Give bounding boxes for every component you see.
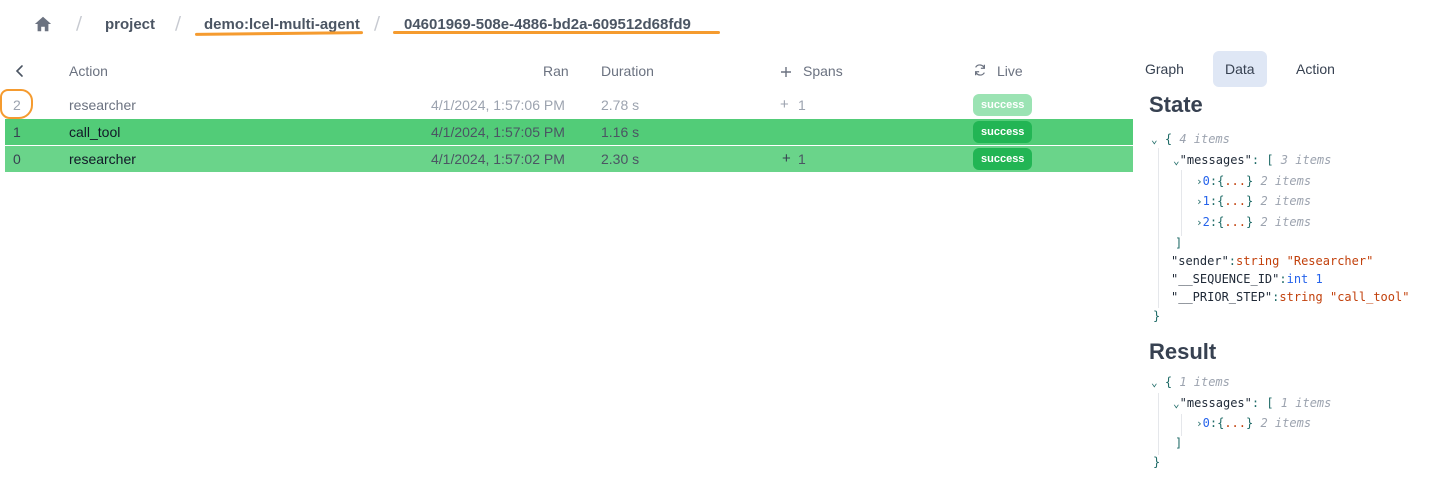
json-bracket-close: ] <box>1175 236 1183 250</box>
json-value: 1 <box>1315 272 1323 286</box>
result-count: 1 items <box>1179 375 1230 389</box>
table-row[interactable]: 1 call_tool 4/1/2024, 1:57:05 PM 1.16 s … <box>5 119 1133 145</box>
row-spans: 1 <box>798 151 806 167</box>
tab-data[interactable]: Data <box>1213 51 1267 87</box>
json-key: "sender" <box>1171 254 1229 268</box>
partition-highlight-underline <box>393 31 720 34</box>
json-value: "call_tool" <box>1329 290 1410 304</box>
column-header-duration: Duration <box>601 63 654 79</box>
state-message-item[interactable]: ›1:{...} 2 items <box>1196 194 1311 208</box>
tree-guide <box>1181 414 1182 436</box>
item-count: 2 items <box>1260 416 1312 430</box>
row-ran: 4/1/2024, 1:57:06 PM <box>431 97 565 113</box>
json-type: int <box>1286 272 1309 286</box>
json-type: string <box>1236 254 1280 268</box>
plus-icon[interactable]: + <box>782 150 791 167</box>
steps-table-header: Action Ran Duration Spans Live <box>0 58 1133 84</box>
state-count: 4 items <box>1179 132 1230 146</box>
status-badge: success <box>973 121 1033 143</box>
row-index: 1 <box>13 124 21 140</box>
item-count: 2 items <box>1260 174 1312 188</box>
item-index: 2 <box>1202 215 1210 229</box>
plus-icon[interactable] <box>780 66 792 78</box>
item-index: 0 <box>1202 174 1210 188</box>
chevron-right-icon[interactable]: › <box>1196 417 1203 430</box>
column-header-action: Action <box>69 63 108 79</box>
state-message-item[interactable]: ›0:{...} 2 items <box>1196 174 1311 188</box>
json-value: "Researcher" <box>1286 254 1374 268</box>
chevron-down-icon[interactable]: ⌄ <box>1151 133 1158 146</box>
row-duration: 1.16 s <box>601 124 640 140</box>
tab-graph[interactable]: Graph <box>1133 51 1196 87</box>
state-sender-field: "sender":string "Researcher" <box>1171 254 1374 268</box>
chevron-down-icon[interactable]: ⌄ <box>1173 154 1180 167</box>
state-message-item[interactable]: ›2:{...} 2 items <box>1196 215 1311 229</box>
messages-count: 3 items <box>1280 153 1332 167</box>
breadcrumb-separator: / <box>374 13 381 34</box>
breadcrumb: / project / demo:lcel-multi-agent / 0460… <box>0 0 900 50</box>
state-root-node[interactable]: ⌄ { 4 items <box>1151 132 1230 146</box>
state-prior-step-field: "__PRIOR_STEP":string "call_tool" <box>1171 290 1410 304</box>
table-row[interactable]: 0 researcher 4/1/2024, 1:57:02 PM 2.30 s… <box>5 146 1133 172</box>
row-duration: 2.78 s <box>601 97 640 113</box>
row-ran: 4/1/2024, 1:57:02 PM <box>431 151 565 167</box>
state-messages-node[interactable]: ⌄"messages": [ 3 items <box>1173 153 1331 167</box>
plus-icon[interactable]: + <box>780 96 789 113</box>
row-action: researcher <box>69 151 136 167</box>
breadcrumb-project-link[interactable]: project <box>105 16 155 33</box>
refresh-icon[interactable] <box>973 63 987 77</box>
json-key: "__PRIOR_STEP" <box>1171 290 1273 304</box>
tree-guide <box>1158 148 1159 308</box>
item-index: 1 <box>1202 194 1210 208</box>
state-title: State <box>1149 92 1203 117</box>
chevron-down-icon[interactable]: ⌄ <box>1173 397 1180 410</box>
tab-action[interactable]: Action <box>1284 51 1347 87</box>
table-row[interactable]: 2 researcher 4/1/2024, 1:57:06 PM 2.78 s… <box>5 92 1133 118</box>
result-messages-node[interactable]: ⌄"messages": [ 1 items <box>1173 396 1331 410</box>
home-icon[interactable] <box>34 15 52 33</box>
column-header-spans: Spans <box>803 63 843 79</box>
chevron-left-icon[interactable] <box>14 64 26 78</box>
json-key: "messages" <box>1179 396 1252 410</box>
chevron-down-icon[interactable]: ⌄ <box>1151 376 1158 389</box>
column-header-ran: Ran <box>543 63 569 79</box>
state-sequence-field: "__SEQUENCE_ID":int 1 <box>1171 272 1323 286</box>
result-root-node[interactable]: ⌄ { 1 items <box>1151 375 1230 389</box>
result-message-item[interactable]: ›0:{...} 2 items <box>1196 416 1311 430</box>
chevron-right-icon[interactable]: › <box>1196 216 1203 229</box>
breadcrumb-separator: / <box>76 13 83 34</box>
status-badge: success <box>973 148 1033 170</box>
row-ran: 4/1/2024, 1:57:05 PM <box>431 124 565 140</box>
json-key: "messages" <box>1179 153 1252 167</box>
row-action: researcher <box>69 97 136 113</box>
json-brace-close: } <box>1153 455 1161 469</box>
row-index: 0 <box>13 151 21 167</box>
json-key: "__SEQUENCE_ID" <box>1171 272 1280 286</box>
json-bracket-close: ] <box>1175 436 1183 450</box>
row-spans: 1 <box>798 97 806 113</box>
breadcrumb-separator: / <box>175 13 182 34</box>
chevron-right-icon[interactable]: › <box>1196 195 1203 208</box>
tree-guide <box>1158 393 1159 455</box>
index-highlight-circle <box>0 89 33 119</box>
result-title: Result <box>1149 339 1217 364</box>
item-index: 0 <box>1202 416 1210 430</box>
chevron-right-icon[interactable]: › <box>1196 175 1203 188</box>
tree-guide <box>1181 170 1182 236</box>
json-brace-close: } <box>1153 309 1161 323</box>
item-count: 2 items <box>1260 194 1312 208</box>
status-badge: success <box>973 94 1033 116</box>
column-header-live[interactable]: Live <box>997 63 1023 79</box>
row-duration: 2.30 s <box>601 151 640 167</box>
item-count: 2 items <box>1260 215 1312 229</box>
json-type: string <box>1279 290 1323 304</box>
row-action: call_tool <box>69 124 121 140</box>
messages-count: 1 items <box>1280 396 1332 410</box>
app-highlight-underline <box>194 31 364 36</box>
